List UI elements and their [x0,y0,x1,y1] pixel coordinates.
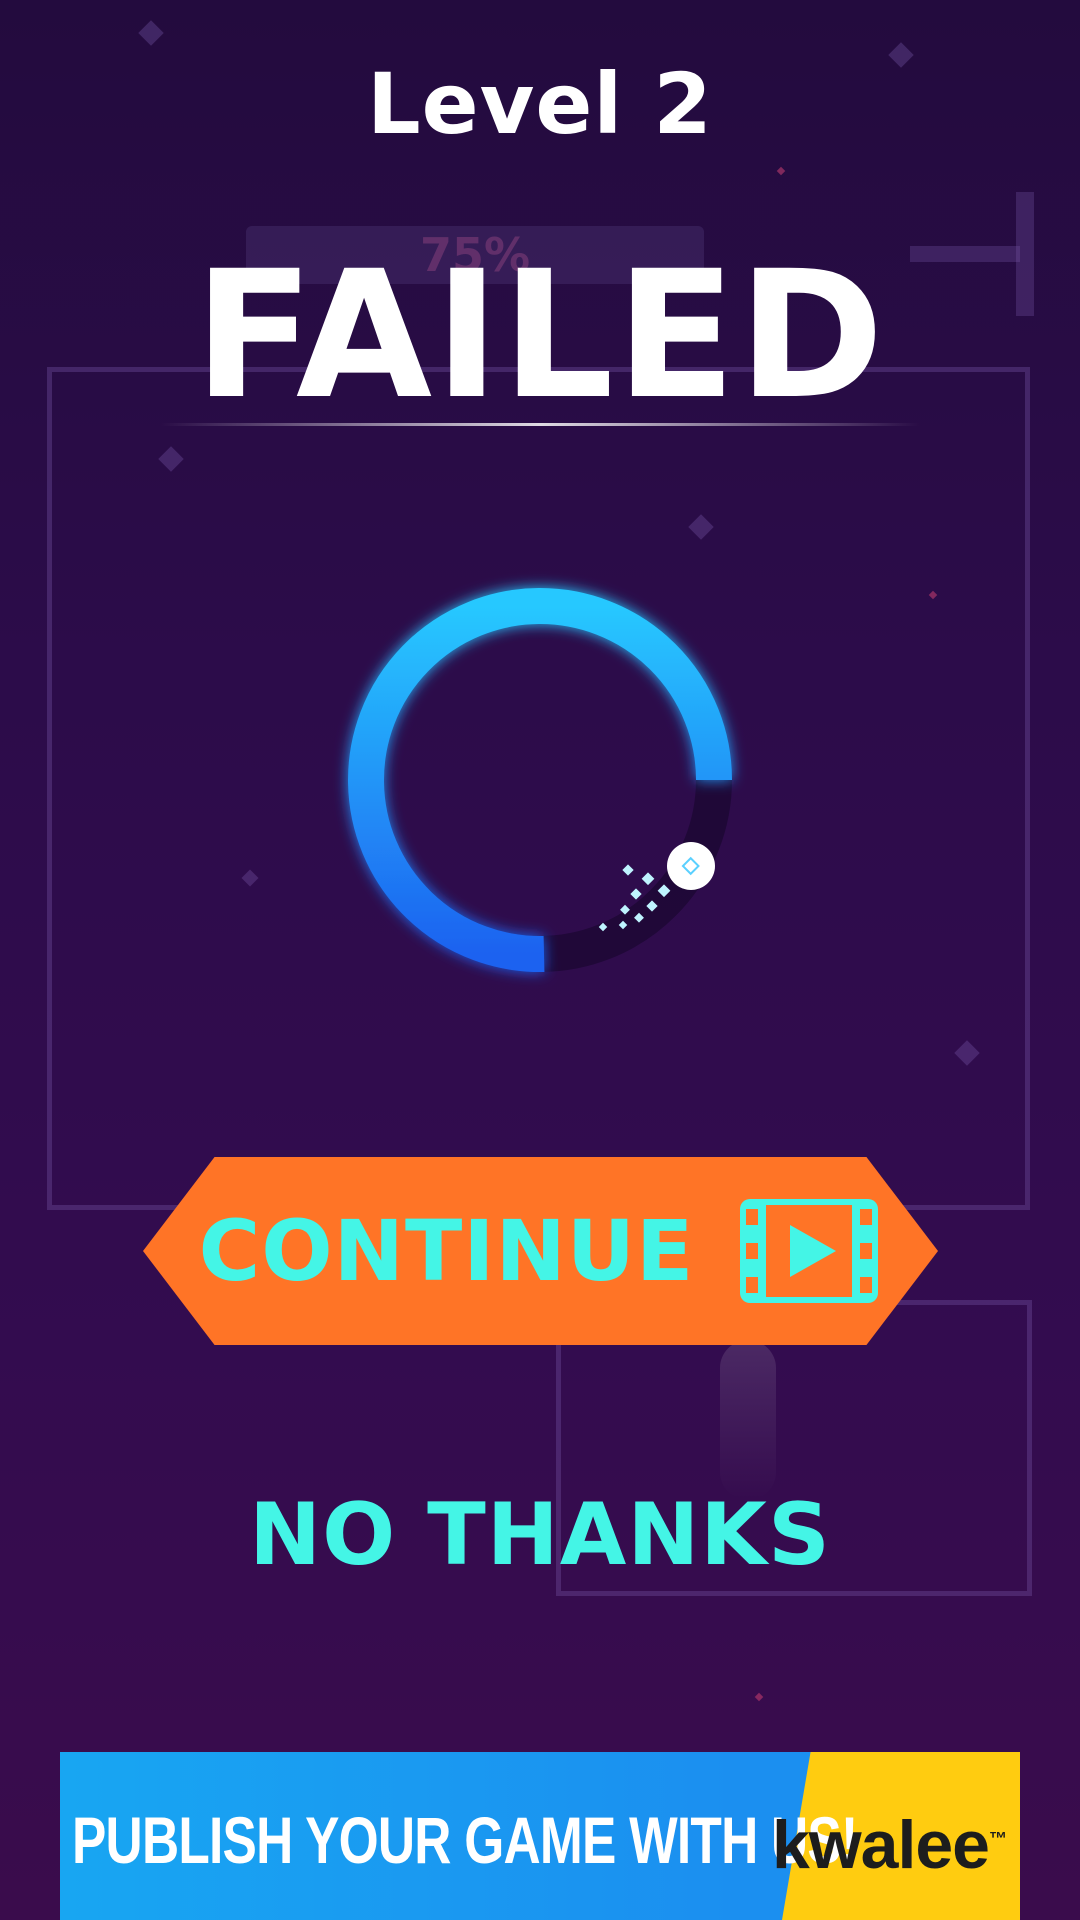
no-thanks-button[interactable]: NO THANKS [0,1485,1080,1585]
ad-banner[interactable]: PUBLISH YOUR GAME WITH US! kwalee™ [60,1752,1020,1920]
ad-brand-logo: kwalee™ [771,1806,1007,1884]
background-sparkle [776,166,786,176]
ad-text: PUBLISH YOUR GAME WITH US! [72,1803,858,1877]
level-title: Level 2 [367,55,713,153]
title-divider [160,423,920,426]
continue-button-label: CONTINUE [198,1202,695,1300]
ad-brand-name: kwalee [771,1807,990,1883]
background-sparkle [754,1692,764,1702]
failed-title: FAILED [193,233,887,438]
ad-brand-trademark: ™ [989,1828,1007,1849]
background-diamond [138,20,164,46]
continue-button[interactable]: CONTINUE [143,1157,938,1345]
background-glow-trail [720,1340,776,1500]
ball-icon [667,842,715,890]
ring-icon [348,588,732,973]
video-play-icon [740,1199,879,1303]
ring-graphic [330,570,750,990]
